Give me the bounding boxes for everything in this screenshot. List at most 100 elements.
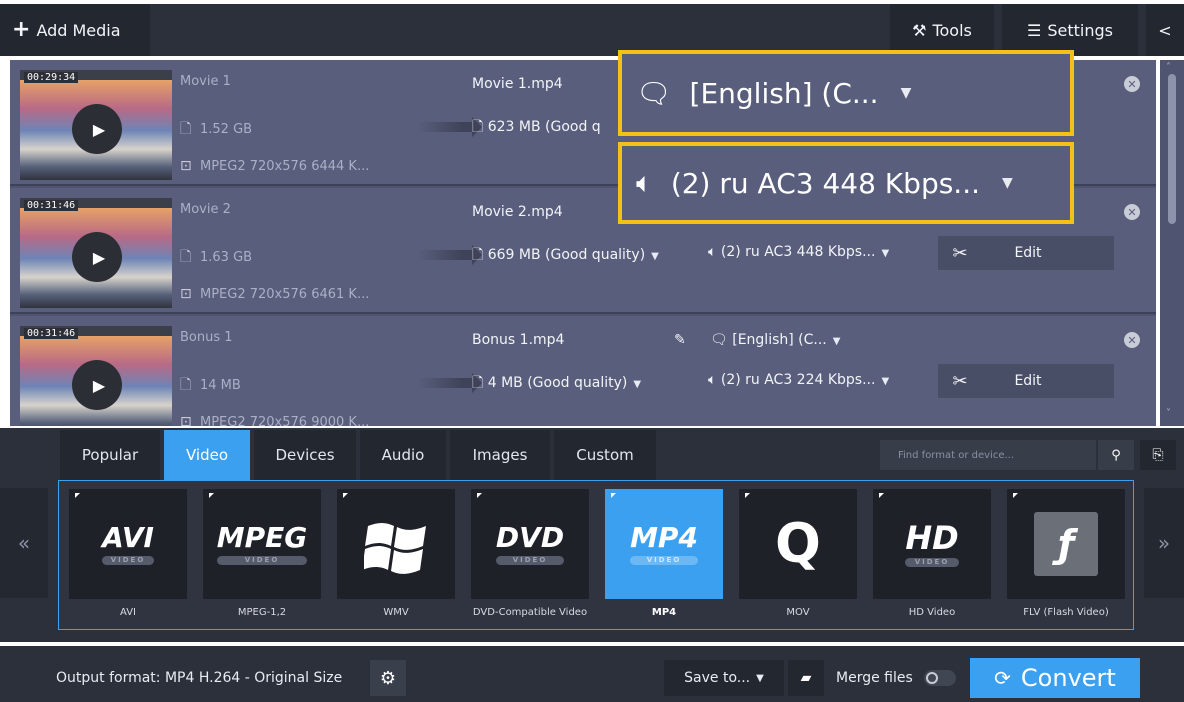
scrollbar-thumb[interactable] <box>1168 74 1176 224</box>
expand-corner-icon <box>477 493 482 498</box>
play-icon[interactable]: ▶ <box>72 104 122 154</box>
source-format-value: MPEG2 720x576 6461 K... <box>200 287 370 302</box>
share-button[interactable]: < <box>1146 4 1184 56</box>
format-label: HD Video <box>908 607 956 618</box>
audio-callout[interactable]: 🔈︎ (2) ru AC3 448 Kbps... ▼ <box>618 142 1074 224</box>
save-to-dropdown[interactable]: Save to... ▼ <box>664 660 784 696</box>
edit-button[interactable]: ✂ Edit <box>938 236 1114 270</box>
format-mp4[interactable]: MP4 VIDEO <box>605 489 723 599</box>
output-size-dropdown[interactable]: 🗋 623 MB (Good q <box>472 116 601 140</box>
subtitles-value: [English] (C... <box>732 332 827 348</box>
toggle-knob <box>926 672 938 684</box>
speaker-icon: 🔈︎ <box>636 166 653 199</box>
avi-logo-icon: AVI VIDEO <box>102 523 154 565</box>
conversion-arrow <box>418 245 482 265</box>
output-size-value: 623 MB (Good q <box>487 119 601 135</box>
find-device-icon[interactable]: ⎘ <box>1140 440 1176 470</box>
format-flv[interactable]: ƒ <box>1007 489 1125 599</box>
add-media-label: Add Media <box>36 20 121 40</box>
scroll-down-icon[interactable]: ˅ <box>1166 408 1171 419</box>
tab-devices[interactable]: Devices <box>254 430 358 480</box>
format-wmv[interactable] <box>337 489 455 599</box>
output-size-dropdown[interactable]: 🗋 669 MB (Good quality) ▼ <box>472 244 659 268</box>
duration-badge: 00:31:46 <box>24 200 79 211</box>
speech-bubble-icon: 🗨︎ <box>710 332 733 348</box>
mpeg-logo-icon: MPEG VIDEO <box>216 520 308 565</box>
scissors-icon: ✂ <box>952 370 968 392</box>
format-label: FLV (Flash Video) <box>1023 607 1109 618</box>
convert-refresh-icon: ⟳ <box>994 666 1011 690</box>
video-format-icon: ⊡ <box>180 414 192 426</box>
subtitles-dropdown[interactable]: 🗨︎ [English] (C... ▼ <box>710 332 840 348</box>
audio-track-dropdown[interactable]: 🔈︎ (2) ru AC3 224 Kbps... ▼ <box>708 372 889 388</box>
format-panel: Popular Video Devices Audio Images Custo… <box>0 428 1184 642</box>
flash-logo-icon: ƒ <box>1034 512 1098 576</box>
format-dvd[interactable]: DVD VIDEO <box>471 489 589 599</box>
format-mov[interactable]: Q <box>739 489 857 599</box>
add-media-button[interactable]: + Add Media <box>0 4 150 56</box>
play-icon[interactable]: ▶ <box>72 232 122 282</box>
merge-files-toggle[interactable] <box>924 670 956 686</box>
format-search-input[interactable]: Find format or device... <box>880 440 1096 470</box>
expand-corner-icon <box>611 493 616 498</box>
file-list-scrollbar[interactable]: ˄ ˅ <box>1160 60 1184 426</box>
video-thumbnail[interactable]: 00:31:46 ▶ <box>20 198 172 308</box>
tab-video[interactable]: Video <box>164 430 252 480</box>
menu-icon: ☰ <box>1027 20 1042 40</box>
format-avi[interactable]: AVI VIDEO <box>69 489 187 599</box>
subtitles-callout-value: [English] (C... <box>689 76 879 110</box>
output-settings-button[interactable]: ⚙ <box>370 660 406 696</box>
conversion-arrow <box>418 373 482 393</box>
search-icon[interactable]: ⚲ <box>1098 440 1134 470</box>
logo-subtext: VIDEO <box>102 555 154 565</box>
remove-file-button[interactable]: ✕ <box>1124 76 1140 92</box>
source-size-value: 1.52 GB <box>200 122 253 137</box>
save-to-label: Save to... <box>684 670 751 686</box>
gear-icon: ⚙ <box>379 667 397 689</box>
plus-icon: + <box>12 17 31 42</box>
speaker-icon: 🔈︎ <box>708 372 721 388</box>
scroll-right-button[interactable]: » <box>1144 488 1184 598</box>
remove-file-button[interactable]: ✕ <box>1124 332 1140 348</box>
logo-subtext: VIDEO <box>630 555 698 565</box>
audio-callout-value: (2) ru AC3 448 Kbps... <box>670 166 981 200</box>
tab-images[interactable]: Images <box>450 430 552 480</box>
chevron-down-icon: ▼ <box>756 672 764 684</box>
logo-subtext: VIDEO <box>216 555 308 565</box>
settings-button[interactable]: ☰ Settings <box>1002 4 1138 56</box>
open-folder-button[interactable]: ▰ <box>788 660 824 696</box>
tab-popular[interactable]: Popular <box>60 430 162 480</box>
source-format: ⊡ MPEG2 720x576 9000 K... <box>180 414 369 426</box>
convert-button[interactable]: ⟳ Convert <box>970 658 1140 698</box>
source-format-value: MPEG2 720x576 9000 K... <box>200 415 370 426</box>
format-mpeg[interactable]: MPEG VIDEO <box>203 489 321 599</box>
tab-audio[interactable]: Audio <box>360 430 448 480</box>
video-thumbnail[interactable]: 00:29:34 ▶ <box>20 70 172 180</box>
share-icon: < <box>1158 20 1172 40</box>
speaker-icon: 🔈︎ <box>708 244 721 260</box>
format-hd[interactable]: HD VIDEO <box>873 489 991 599</box>
subtitles-callout[interactable]: 🗨︎ [English] (C... ▼ <box>618 50 1074 136</box>
file-row[interactable]: 00:31:46 ▶ Bonus 1 🗋 14 MB ⊡ MPEG2 720x576… <box>10 316 1156 426</box>
source-format-value: MPEG2 720x576 6444 K... <box>200 159 370 174</box>
tools-button[interactable]: ⚒ Tools <box>890 4 994 56</box>
remove-file-button[interactable]: ✕ <box>1124 204 1140 220</box>
tab-custom[interactable]: Custom <box>554 430 658 480</box>
file-icon: 🗋 <box>180 121 192 137</box>
rename-pencil-icon[interactable]: ✎ <box>674 332 686 348</box>
source-size-value: 1.63 GB <box>200 250 253 265</box>
video-format-icon: ⊡ <box>180 158 192 174</box>
top-toolbar: + Add Media ⚒ Tools ☰ Settings < <box>0 4 1184 56</box>
play-icon[interactable]: ▶ <box>72 360 122 410</box>
conversion-arrow <box>418 117 482 137</box>
expand-corner-icon <box>343 493 348 498</box>
video-thumbnail[interactable]: 00:31:46 ▶ <box>20 326 172 426</box>
scroll-up-icon[interactable]: ˄ <box>1166 62 1171 73</box>
chevron-down-icon: ▼ <box>881 376 890 387</box>
mpeg-logo-text: MPEG <box>216 520 308 554</box>
output-size-dropdown[interactable]: 🗋 4 MB (Good quality) ▼ <box>472 372 641 396</box>
audio-track-dropdown[interactable]: 🔈︎ (2) ru AC3 448 Kbps... ▼ <box>708 244 889 260</box>
scroll-left-button[interactable]: « <box>0 488 48 598</box>
output-size-value: 669 MB (Good quality) <box>487 247 646 263</box>
edit-button[interactable]: ✂ Edit <box>938 364 1114 398</box>
